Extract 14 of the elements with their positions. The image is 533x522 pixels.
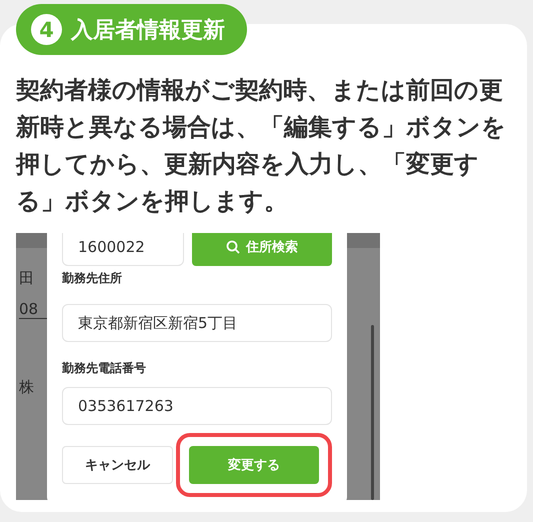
input-field[interactable]: 東京都新宿区新宿5丁目 xyxy=(62,304,332,342)
postal-code-input[interactable]: 1600022 xyxy=(62,233,184,266)
step-title: 入居者情報更新 xyxy=(71,16,225,44)
cancel-button[interactable]: キャンセル xyxy=(62,446,173,484)
field-label: 勤務先電話番号 xyxy=(62,360,146,377)
input-field[interactable]: 0353617263 xyxy=(62,387,332,425)
header-bar xyxy=(16,233,47,248)
search-icon xyxy=(226,240,240,254)
background-text: 田 xyxy=(19,269,35,288)
header-bar xyxy=(347,233,380,248)
field-label: 勤務先住所 xyxy=(62,270,122,287)
step-number: 4 xyxy=(31,14,62,45)
description: 契約者様の情報がご契約時、または前回の更新時と異なる場合は、「編集する」ボタンを押してから、更新内容を入力し、「変更する」ボタンを押します。 xyxy=(16,75,506,217)
background-text: 株 xyxy=(19,378,35,397)
